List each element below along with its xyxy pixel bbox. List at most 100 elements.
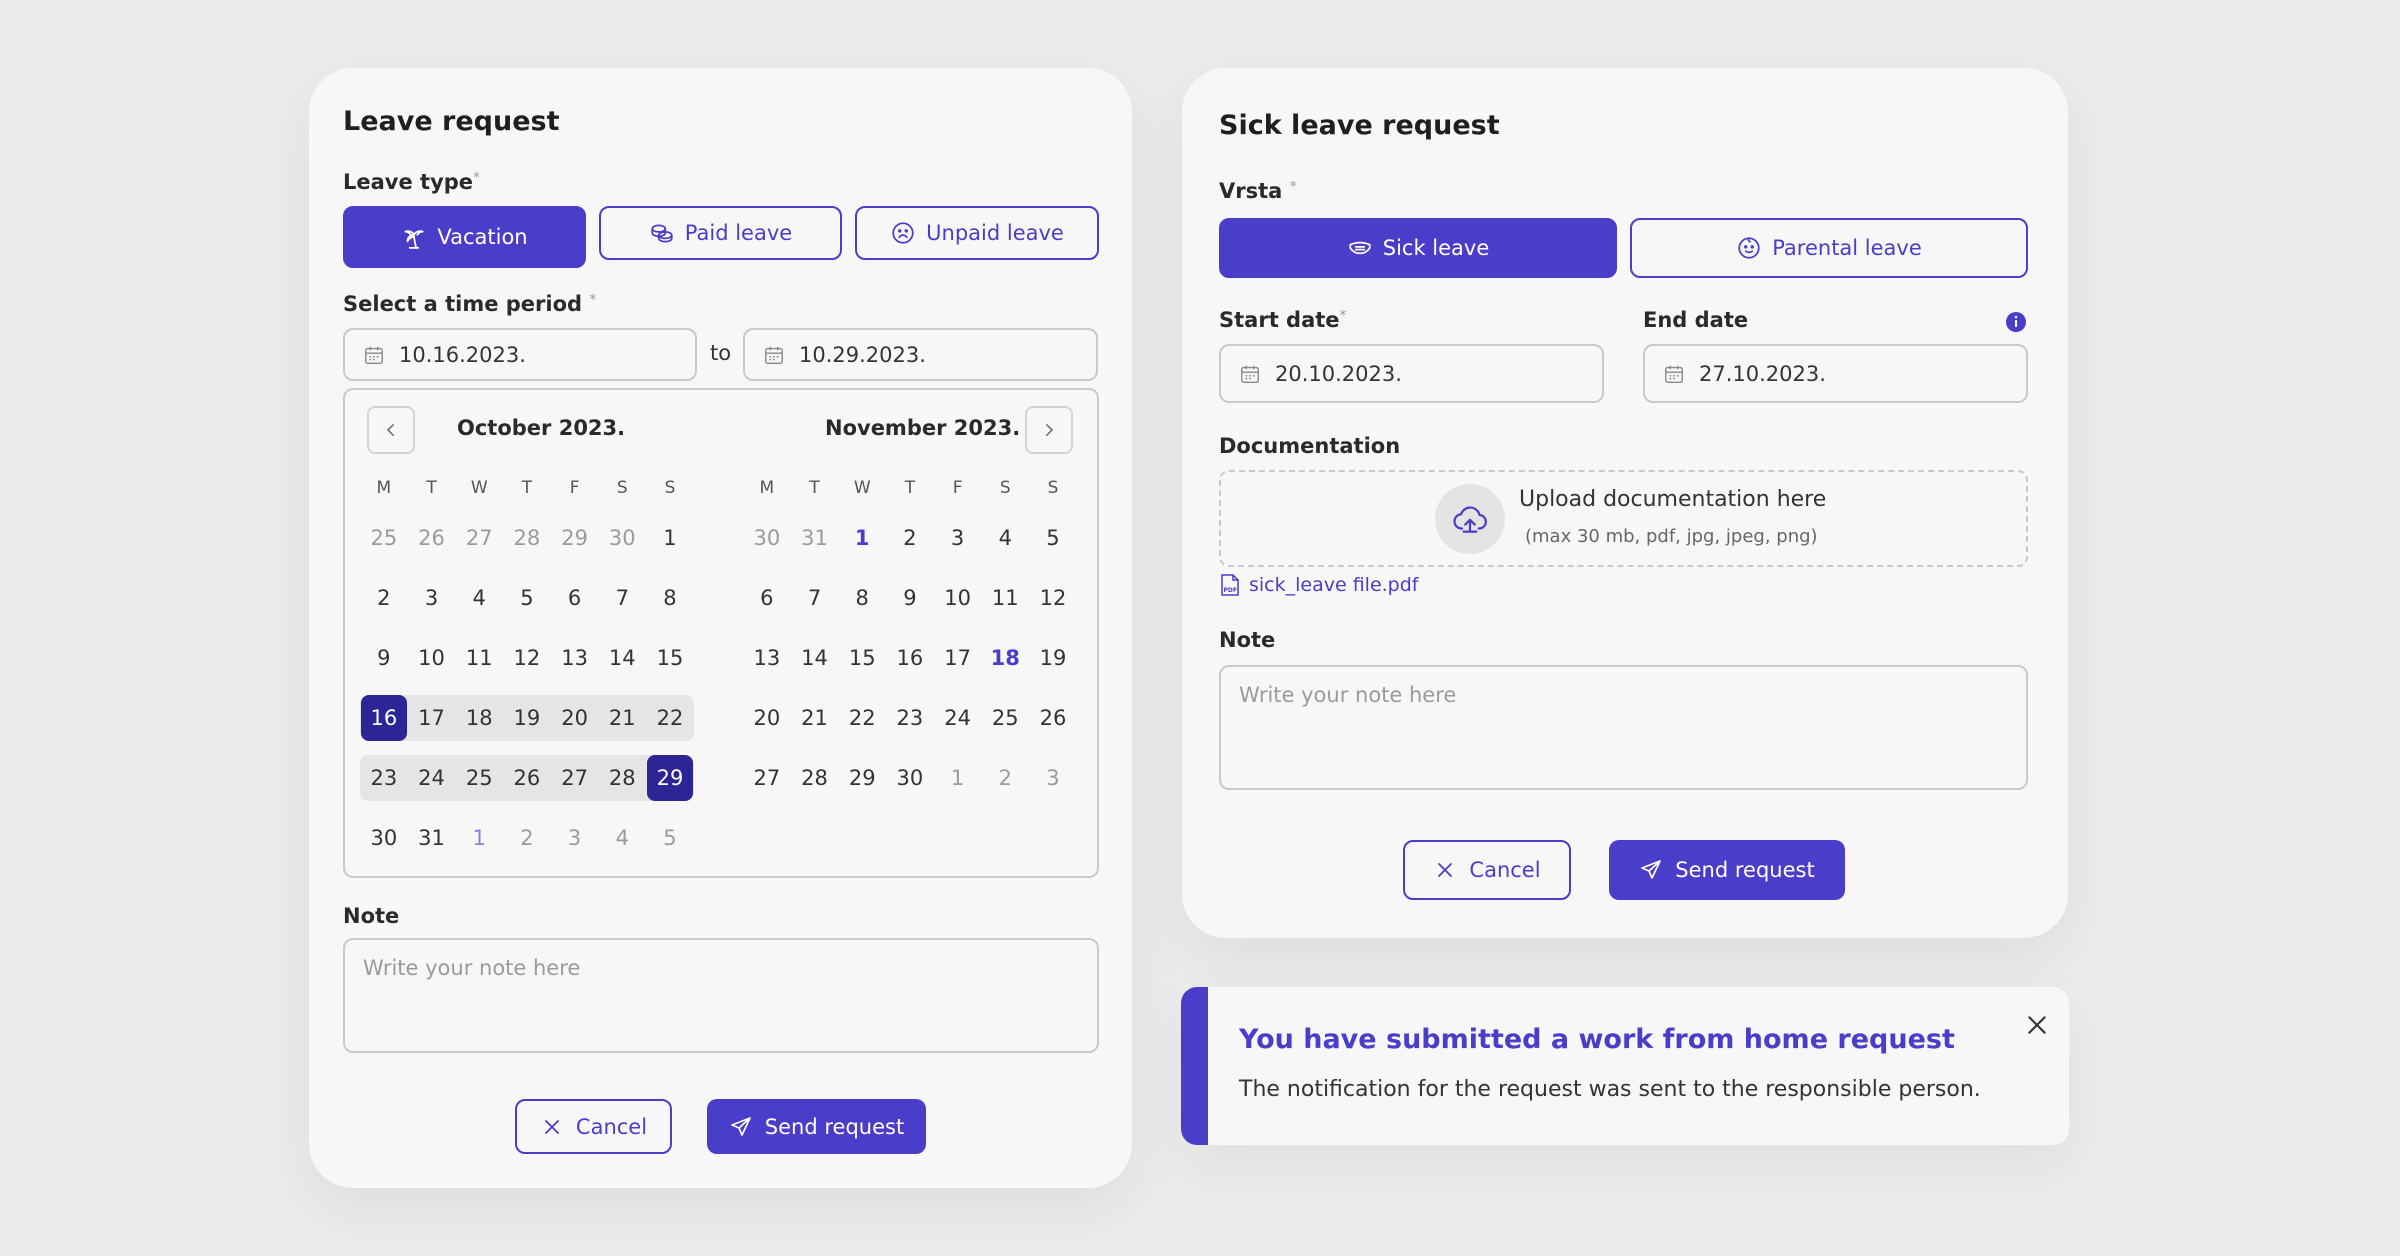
calendar-day[interactable]: 5 — [503, 568, 551, 628]
calendar-day[interactable]: 27 — [455, 508, 503, 568]
calendar-day[interactable]: 26 — [1029, 688, 1077, 748]
calendar-day[interactable]: 4 — [455, 568, 503, 628]
calendar-day[interactable]: 14 — [598, 628, 646, 688]
calendar-icon — [765, 346, 783, 364]
calendar-day[interactable]: 13 — [743, 628, 791, 688]
calendar-day[interactable]: 12 — [503, 628, 551, 688]
calendar-day[interactable]: 11 — [455, 628, 503, 688]
calendar-day[interactable]: 14 — [791, 628, 839, 688]
calendar-day[interactable]: 1 — [838, 508, 886, 568]
sick-start-date-input[interactable]: 20.10.2023. — [1219, 344, 1604, 403]
calendar-day[interactable]: 7 — [598, 568, 646, 628]
calendar-day[interactable]: 8 — [838, 568, 886, 628]
calendar-day[interactable]: 19 — [503, 688, 551, 748]
calendar-day[interactable]: 2 — [886, 508, 934, 568]
sick-leave-type-button[interactable]: Sick leave — [1219, 218, 1617, 278]
calendar-day[interactable]: 2 — [981, 748, 1029, 808]
send-request-button[interactable]: Send request — [707, 1099, 926, 1154]
calendar-day[interactable]: 19 — [1029, 628, 1077, 688]
calendar-day[interactable]: 22 — [646, 688, 694, 748]
calendar-day[interactable]: 30 — [598, 508, 646, 568]
calendar-day[interactable]: 16 — [886, 628, 934, 688]
calendar-day[interactable]: 21 — [791, 688, 839, 748]
calendar-day[interactable]: 22 — [838, 688, 886, 748]
calendar-day[interactable]: 4 — [598, 808, 646, 868]
calendar-day[interactable]: 26 — [503, 748, 551, 808]
calendar-day[interactable]: 1 — [455, 808, 503, 868]
info-icon[interactable] — [2004, 310, 2028, 338]
calendar-day[interactable]: 31 — [408, 808, 456, 868]
calendar-day[interactable]: 3 — [934, 508, 982, 568]
calendar-day[interactable]: 12 — [1029, 568, 1077, 628]
calendar-day[interactable]: 16 — [360, 688, 408, 748]
cancel-button[interactable]: Cancel — [515, 1099, 672, 1154]
sick-cancel-button[interactable]: Cancel — [1403, 840, 1571, 900]
calendar-day[interactable]: 7 — [791, 568, 839, 628]
paid-leave-type-button[interactable]: Paid leave — [599, 206, 842, 260]
prev-month-button[interactable] — [367, 406, 415, 454]
calendar-day[interactable]: 24 — [934, 688, 982, 748]
calendar-day[interactable]: 23 — [886, 688, 934, 748]
calendar-day[interactable]: 24 — [407, 748, 456, 808]
calendar-day[interactable]: 11 — [981, 568, 1029, 628]
calendar-day[interactable]: 25 — [360, 508, 408, 568]
calendar-day[interactable]: 4 — [981, 508, 1029, 568]
vacation-type-button[interactable]: Vacation — [343, 206, 586, 268]
calendar-day[interactable]: 10 — [408, 628, 456, 688]
calendar-day[interactable]: 17 — [934, 628, 982, 688]
calendar-day[interactable]: 3 — [408, 568, 456, 628]
calendar-day[interactable]: 8 — [646, 568, 694, 628]
calendar-day[interactable]: 15 — [646, 628, 694, 688]
calendar-day[interactable]: 15 — [838, 628, 886, 688]
calendar-day[interactable]: 9 — [886, 568, 934, 628]
calendar-day[interactable]: 29 — [838, 748, 886, 808]
calendar-day[interactable]: 23 — [360, 748, 408, 808]
calendar-day[interactable]: 25 — [455, 748, 503, 808]
calendar-day[interactable]: 21 — [598, 688, 646, 748]
parental-leave-type-button[interactable]: Parental leave — [1630, 218, 2028, 278]
calendar-day[interactable]: 5 — [646, 808, 694, 868]
calendar-day[interactable]: 1 — [646, 508, 694, 568]
note-textarea[interactable]: Write your note here — [343, 938, 1099, 1053]
calendar-day[interactable]: 17 — [407, 688, 456, 748]
calendar-day[interactable]: 10 — [934, 568, 982, 628]
calendar-day[interactable]: 3 — [551, 808, 599, 868]
calendar-day[interactable]: 6 — [743, 568, 791, 628]
calendar-day[interactable]: 5 — [1029, 508, 1077, 568]
calendar-day[interactable]: 9 — [360, 628, 408, 688]
next-month-button[interactable] — [1025, 406, 1073, 454]
calendar-day-number: 24 — [944, 706, 971, 730]
calendar-day[interactable]: 18 — [981, 628, 1029, 688]
calendar-day[interactable]: 29 — [551, 508, 599, 568]
calendar-day[interactable]: 20 — [550, 688, 599, 748]
uploaded-file[interactable]: PDF sick_leave file.pdf — [1219, 573, 1419, 597]
calendar-day[interactable]: 28 — [503, 508, 551, 568]
sick-note-textarea[interactable]: Write your note here — [1219, 665, 2028, 790]
calendar-day[interactable]: 29 — [646, 748, 694, 808]
start-date-input[interactable]: 10.16.2023. — [343, 328, 697, 381]
calendar-day[interactable]: 25 — [981, 688, 1029, 748]
calendar-day[interactable]: 1 — [934, 748, 982, 808]
calendar-day[interactable]: 13 — [551, 628, 599, 688]
notification-close-button[interactable] — [2019, 1007, 2055, 1043]
sick-send-request-button[interactable]: Send request — [1609, 840, 1845, 900]
end-date-input[interactable]: 10.29.2023. — [743, 328, 1098, 381]
calendar-day[interactable]: 30 — [886, 748, 934, 808]
calendar-day[interactable]: 3 — [1029, 748, 1077, 808]
calendar-day[interactable]: 20 — [743, 688, 791, 748]
upload-dropzone[interactable]: Upload documentation here (max 30 mb, pd… — [1219, 470, 2028, 567]
calendar-day[interactable]: 28 — [791, 748, 839, 808]
calendar-day[interactable]: 27 — [743, 748, 791, 808]
calendar-day[interactable]: 2 — [360, 568, 408, 628]
calendar-day[interactable]: 18 — [455, 688, 503, 748]
calendar-day[interactable]: 31 — [791, 508, 839, 568]
calendar-day[interactable]: 27 — [550, 748, 599, 808]
calendar-day[interactable]: 26 — [408, 508, 456, 568]
unpaid-leave-type-button[interactable]: Unpaid leave — [855, 206, 1099, 260]
calendar-day[interactable]: 2 — [503, 808, 551, 868]
calendar-day[interactable]: 6 — [551, 568, 599, 628]
calendar-day[interactable]: 28 — [598, 748, 646, 808]
sick-end-date-input[interactable]: 27.10.2023. — [1643, 344, 2028, 403]
calendar-day[interactable]: 30 — [743, 508, 791, 568]
calendar-day[interactable]: 30 — [360, 808, 408, 868]
